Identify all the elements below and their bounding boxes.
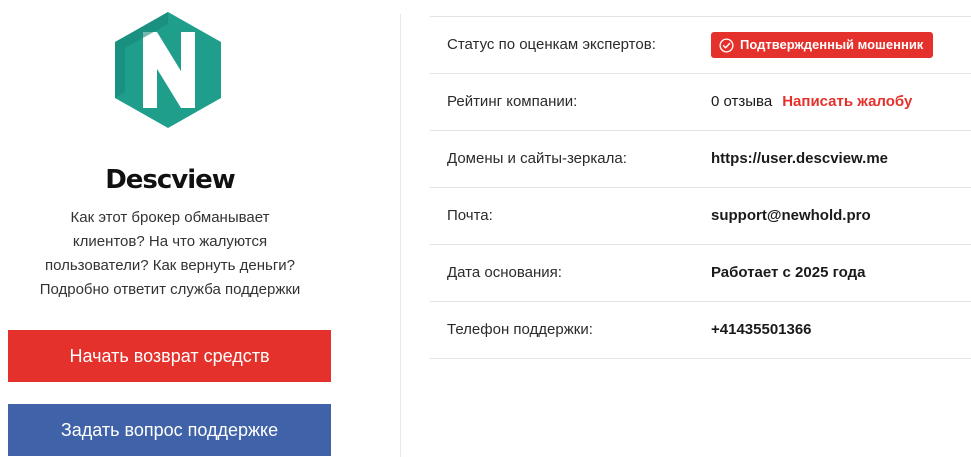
status-label: Статус по оценкам экспертов: xyxy=(447,36,656,53)
description-line: Подробно ответит служба поддержки xyxy=(39,281,301,298)
domains-label: Домены и сайты-зеркала: xyxy=(447,150,627,167)
broker-name: Descview xyxy=(105,165,236,195)
write-complaint-link[interactable]: Написать жалобу xyxy=(782,93,912,110)
email-label: Почта: xyxy=(447,207,493,224)
review-count: 0 отзыва xyxy=(711,93,773,110)
rating-label: Рейтинг компании: xyxy=(447,93,578,110)
broker-info-table: Статус по оценкам экспертов: Подтвержден… xyxy=(430,16,971,359)
info-row-domains: Домены и сайты-зеркала: https://user.des… xyxy=(430,131,971,188)
phone-value: +41435501366 xyxy=(711,321,812,338)
info-row-rating: Рейтинг компании: 0 отзыва Написать жалоб… xyxy=(430,74,971,131)
column-divider xyxy=(400,14,401,457)
status-badge-text: Подтвержденный мошенник xyxy=(740,37,924,52)
info-row-phone: Телефон поддержки: +41435501366 xyxy=(430,302,971,359)
info-row-email: Почта: support@newhold.pro xyxy=(430,188,971,245)
founded-label: Дата основания: xyxy=(447,264,562,281)
check-circle-icon xyxy=(719,37,734,53)
founded-value: Работает с 2025 года xyxy=(711,264,866,281)
email-value: support@newhold.pro xyxy=(711,207,871,224)
info-row-status: Статус по оценкам экспертов: Подтвержден… xyxy=(430,17,971,74)
info-row-founded: Дата основания: Работает с 2025 года xyxy=(430,245,971,302)
description-line: клиентов? На что жалуются xyxy=(72,233,268,250)
broker-card: Descview Как этот брокер обманывает клие… xyxy=(0,0,340,457)
start-refund-button[interactable]: Начать возврат средств xyxy=(8,330,331,382)
description-line: Как этот брокер обманывает xyxy=(70,209,270,226)
descview-logo-icon xyxy=(113,10,223,130)
rating-value: 0 отзыва Написать жалобу xyxy=(711,74,912,130)
broker-description: Как этот брокер обманывает клиентов? На … xyxy=(0,206,340,302)
ask-support-button[interactable]: Задать вопрос поддержке xyxy=(8,404,331,456)
status-badge: Подтвержденный мошенник xyxy=(711,32,934,58)
description-line: пользователи? Как вернуть деньги? xyxy=(44,257,296,274)
phone-label: Телефон поддержки: xyxy=(447,321,593,338)
domains-value: https://user.descview.me xyxy=(711,150,889,167)
